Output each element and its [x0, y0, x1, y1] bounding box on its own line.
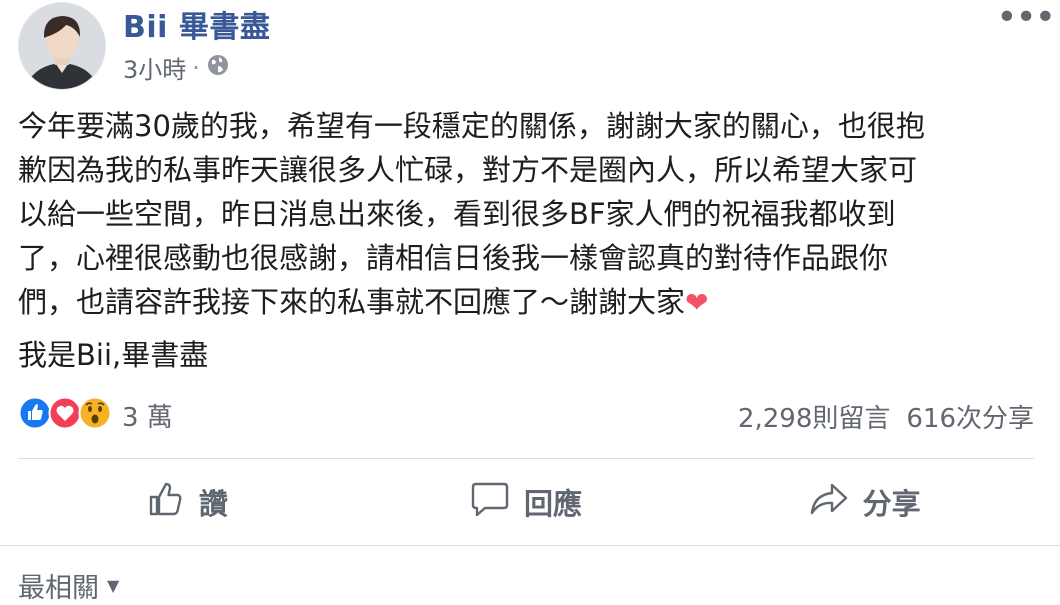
post-body-text: 今年要滿30歲的我，希望有一段穩定的關係，謝謝大家的關心，也很抱 歉因為我的私事… [18, 109, 925, 319]
heart-emoji: ❤ [685, 286, 709, 319]
comment-bubble-icon [470, 480, 510, 525]
post-signature: 我是Bii,畢書盡 [18, 338, 209, 372]
reaction-count[interactable]: 3 萬 [122, 397, 173, 434]
post-header: Bii 畢書盡 3小時 · ••• [18, 0, 1058, 90]
more-options-icon[interactable]: ••• [996, 0, 1056, 36]
post-timestamp[interactable]: 3小時 [123, 50, 186, 85]
engagement-stats: 2,298則留言 616次分享 [738, 398, 1034, 435]
meta-separator: · [192, 53, 200, 82]
like-icon [18, 396, 52, 434]
share-label: 分享 [862, 487, 921, 521]
thumbs-up-icon [147, 480, 185, 525]
like-label: 讚 [198, 487, 228, 521]
divider [0, 545, 1060, 546]
avatar[interactable] [18, 2, 106, 90]
reaction-icons [18, 396, 112, 434]
love-icon [48, 396, 82, 434]
comment-button[interactable]: 回應 [357, 470, 696, 534]
author-name[interactable]: Bii 畢書盡 [123, 2, 270, 46]
wow-icon [78, 396, 112, 434]
share-count[interactable]: 616次分享 [906, 398, 1034, 435]
post-body: 今年要滿30歲的我，希望有一段穩定的關係，謝謝大家的關心，也很抱 歉因為我的私事… [18, 104, 1028, 325]
post-content: 今年要滿30歲的我，希望有一段穩定的關係，謝謝大家的關心，也很抱 歉因為我的私事… [18, 104, 1028, 377]
comment-sort-dropdown[interactable]: 最相關 ▼ [18, 566, 119, 605]
caret-down-icon: ▼ [107, 576, 120, 595]
post-meta: 3小時 · [123, 50, 230, 85]
comment-label: 回應 [524, 487, 583, 521]
comment-count[interactable]: 2,298則留言 [738, 398, 890, 435]
like-button[interactable]: 讚 [18, 470, 357, 534]
globe-icon [206, 53, 230, 83]
divider [18, 458, 1034, 459]
share-button[interactable]: 分享 [695, 470, 1034, 534]
share-arrow-icon [809, 480, 849, 525]
comment-sort-label: 最相關 [18, 573, 99, 604]
post-actions: 讚 回應 分享 [18, 470, 1034, 534]
reactions-summary[interactable]: 3 萬 [18, 396, 173, 434]
